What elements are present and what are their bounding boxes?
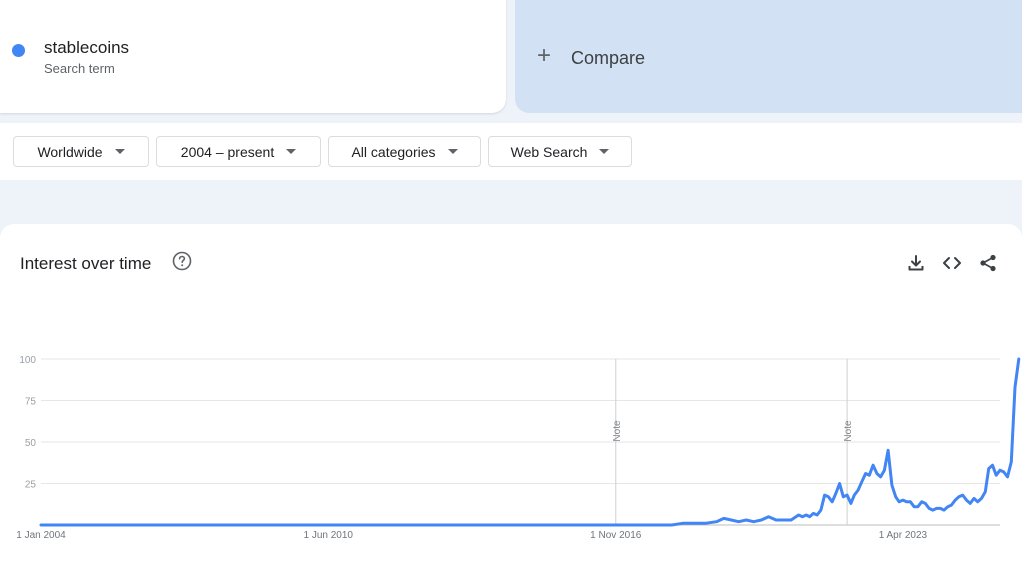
caret-down-icon [286, 149, 297, 154]
region-filter-label: Worldwide [37, 143, 103, 160]
search-type-filter-dropdown[interactable]: Web Search [488, 136, 632, 167]
interest-line-chart: 25 50 75 100 Note Note 1 Jan 2004 1 Jun 2010 1 N… [16, 355, 1021, 541]
category-filter-label: All categories [351, 143, 436, 160]
interest-over-time-card: Interest over time 25 50 75 100 Note Note 1 Ja… [0, 224, 1022, 585]
search-term-subtitle: Search term [44, 61, 115, 76]
x-tick-label: 1 Jun 2010 [304, 530, 354, 541]
compare-button[interactable]: + Compare [515, 0, 1022, 113]
caret-down-icon [599, 149, 610, 154]
y-tick-label: 50 [25, 438, 37, 449]
search-term-name[interactable]: stablecoins [44, 38, 129, 58]
compare-label: Compare [571, 48, 646, 68]
search-term-card[interactable]: stablecoins Search term [0, 0, 506, 113]
y-tick-label: 25 [25, 480, 37, 491]
x-tick-label: 1 Jan 2004 [16, 530, 66, 541]
region-filter-dropdown[interactable]: Worldwide [13, 136, 149, 167]
note-label: Note [843, 420, 854, 442]
time-range-filter-dropdown[interactable]: 2004 – present [156, 136, 321, 167]
y-tick-label: 75 [25, 397, 37, 408]
category-filter-dropdown[interactable]: All categories [328, 136, 481, 167]
search-type-filter-label: Web Search [510, 143, 588, 160]
filters-bar: Worldwide 2004 – present All categories … [0, 123, 1022, 180]
plus-icon: + [537, 42, 552, 69]
x-tick-label: 1 Nov 2016 [590, 530, 642, 541]
note-label: Note [612, 420, 623, 442]
x-tick-label: 1 Apr 2023 [879, 530, 928, 541]
caret-down-icon [114, 149, 125, 154]
y-tick-label: 100 [19, 355, 36, 366]
caret-down-icon [447, 149, 458, 154]
time-range-filter-label: 2004 – present [180, 143, 275, 160]
series-color-dot [12, 44, 25, 57]
